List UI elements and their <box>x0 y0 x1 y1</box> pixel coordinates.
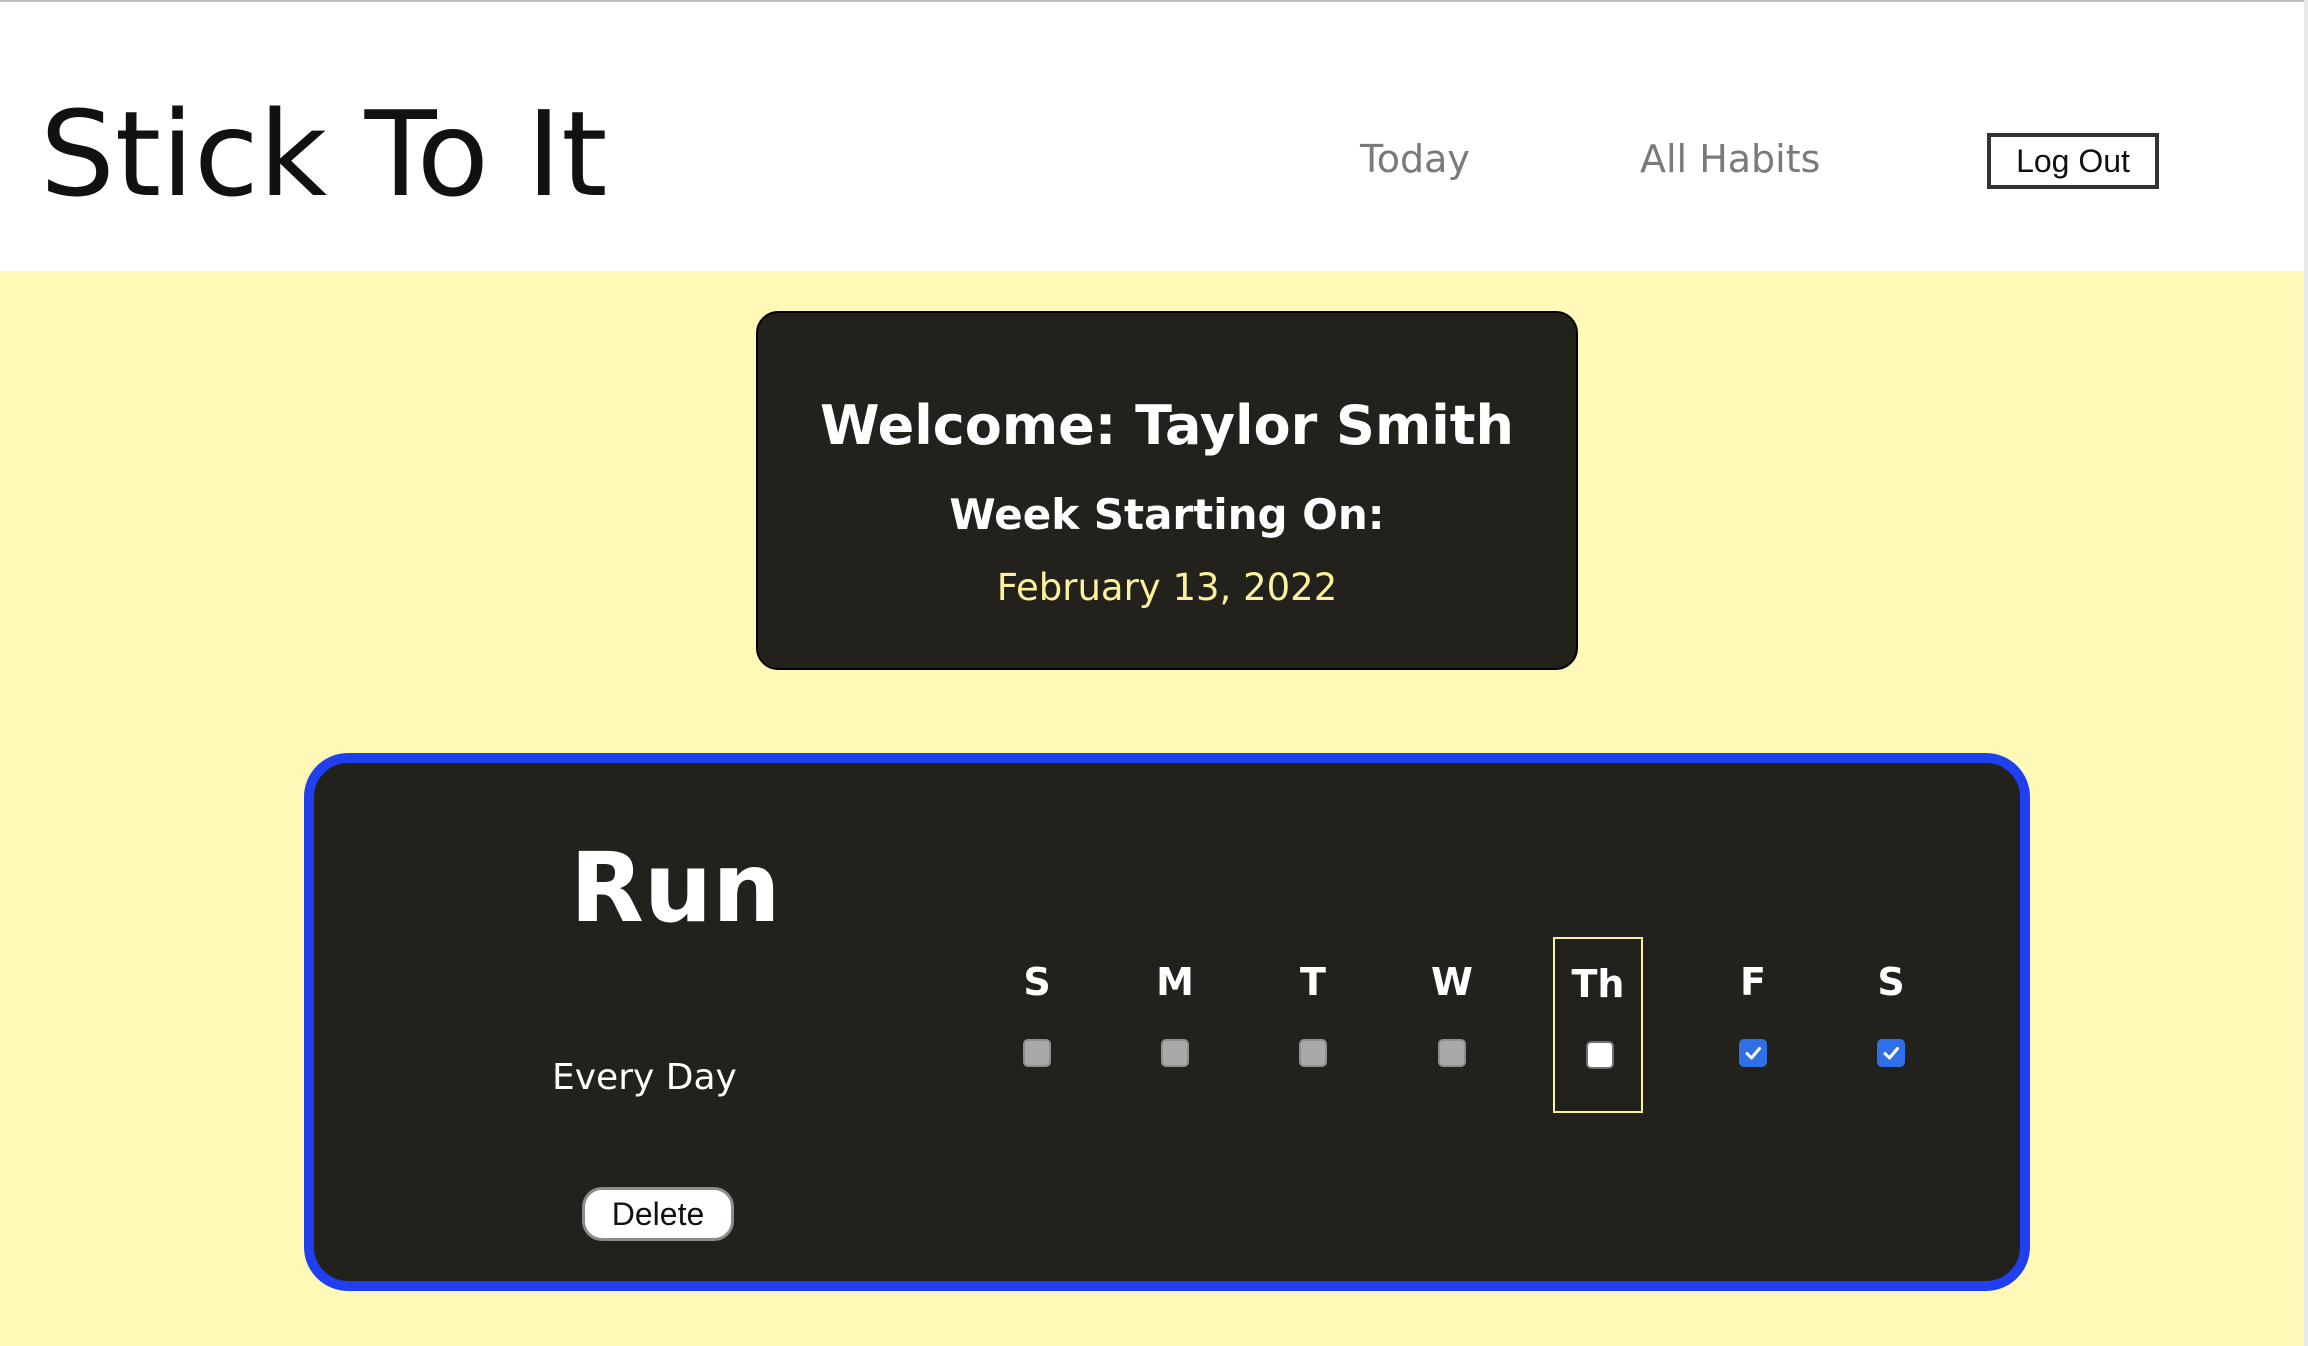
day-checkbox-friday[interactable] <box>1739 1039 1767 1067</box>
day-label: M <box>1156 960 1194 1004</box>
delete-habit-button[interactable]: Delete <box>582 1187 734 1241</box>
day-checkbox-thursday[interactable] <box>1586 1041 1614 1069</box>
day-column-monday: M <box>1130 937 1220 1113</box>
day-checkbox-monday <box>1161 1039 1189 1067</box>
week-start-date: February 13, 2022 <box>996 566 1338 609</box>
app-title: Stick To It <box>40 85 608 223</box>
day-column-thursday: Th <box>1553 937 1643 1113</box>
day-checkbox-tuesday <box>1299 1039 1327 1067</box>
day-label: T <box>1300 960 1326 1004</box>
day-column-sunday: S <box>992 937 1082 1113</box>
day-checkbox-wednesday <box>1438 1039 1466 1067</box>
day-checkbox-sunday <box>1023 1039 1051 1067</box>
welcome-card: Welcome: Taylor Smith Week Starting On: … <box>756 311 1578 670</box>
day-checkbox-saturday[interactable] <box>1877 1039 1905 1067</box>
habit-card: Run Every Day Delete S M T W Th F S <box>304 753 2030 1291</box>
day-label: W <box>1431 960 1473 1004</box>
day-column-wednesday: W <box>1407 937 1497 1113</box>
welcome-title: Welcome: Taylor Smith <box>820 394 1514 457</box>
week-start-label: Week Starting On: <box>949 490 1385 539</box>
page-edge <box>2304 0 2308 1346</box>
day-label: Th <box>1571 962 1625 1006</box>
checkmark-icon <box>1883 1047 1899 1060</box>
nav-all-habits-link[interactable]: All Habits <box>1640 134 1820 184</box>
day-label: S <box>1023 960 1051 1004</box>
logout-button[interactable]: Log Out <box>1987 133 2159 189</box>
day-column-saturday: S <box>1846 937 1936 1113</box>
habit-frequency: Every Day <box>552 1057 737 1098</box>
day-column-friday: F <box>1708 937 1798 1113</box>
habit-name: Run <box>570 832 781 944</box>
app-header: Stick To It Today All Habits Log Out <box>0 2 2308 271</box>
day-label: S <box>1877 960 1905 1004</box>
checkmark-icon <box>1745 1047 1761 1060</box>
day-label: F <box>1740 960 1766 1004</box>
day-column-tuesday: T <box>1268 937 1358 1113</box>
nav-today-link[interactable]: Today <box>1360 134 1470 184</box>
